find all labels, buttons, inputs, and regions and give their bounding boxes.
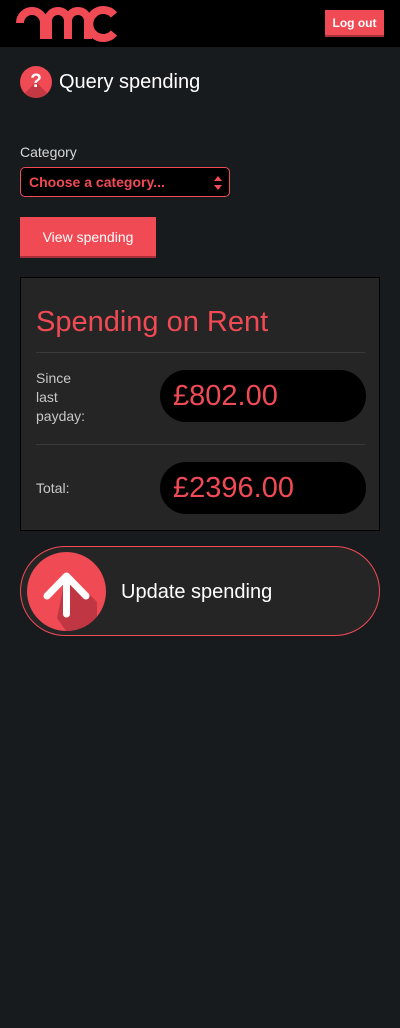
divider [36, 444, 365, 445]
panel-title: Spending on Rent [36, 306, 269, 338]
logout-button[interactable]: Log out [325, 10, 384, 35]
total-label: Total: [36, 480, 70, 496]
select-arrows-icon [214, 176, 222, 190]
help-icon[interactable]: ? [20, 66, 52, 98]
divider [36, 352, 365, 353]
total-amount: £2396.00 [160, 462, 366, 514]
arrow-up-icon-graphic [43, 572, 97, 631]
page-heading: ? Query spending [20, 66, 200, 98]
view-spending-button[interactable]: View spending [20, 217, 156, 256]
since-amount: £802.00 [160, 370, 366, 422]
help-icon-glyph: ? [30, 71, 42, 92]
category-selected-value: Choose a category... [29, 174, 165, 190]
arrow-up-icon [27, 552, 106, 631]
category-label: Category [20, 144, 77, 160]
page-title: Query spending [59, 70, 201, 93]
top-bar: Log out [0, 0, 400, 47]
update-spending-label: Update spending [121, 581, 273, 603]
spending-panel: Spending on Rent Since last payday: £802… [20, 277, 380, 531]
amc-logo[interactable] [16, 5, 118, 43]
since-label: Since last payday: [36, 370, 86, 424]
category-select[interactable]: Choose a category... [20, 167, 230, 197]
update-spending-button[interactable]: Update spending [20, 546, 380, 636]
